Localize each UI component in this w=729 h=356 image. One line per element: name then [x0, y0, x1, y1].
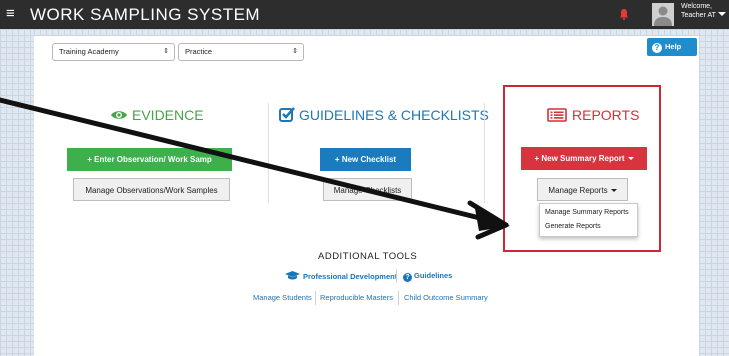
program-select-value: Training Academy [59, 47, 119, 56]
professional-development-link[interactable]: Professional Development [285, 271, 397, 282]
background-pattern-top [34, 29, 699, 36]
additional-tools-title: ADDITIONAL TOOLS [318, 251, 418, 262]
evidence-title-text: EVIDENCE [132, 107, 204, 123]
bell-icon[interactable] [619, 8, 629, 20]
manage-students-link[interactable]: Manage Students [253, 293, 312, 303]
column-divider [268, 103, 269, 203]
select-arrows-icon: ⇕ [163, 48, 169, 55]
top-navigation-bar: ≡ WORK SAMPLING SYSTEM Welcome, Teacher … [0, 0, 729, 29]
column-divider [484, 103, 485, 203]
new-checklist-button[interactable]: + New Checklist [320, 148, 411, 171]
graduation-cap-icon [285, 271, 300, 280]
reports-highlight-box [503, 85, 661, 252]
help-button[interactable]: ? Help [647, 38, 697, 56]
question-circle-icon: ? [403, 273, 412, 282]
program-select[interactable]: Training Academy ⇕ [52, 43, 175, 61]
checkbox-icon [279, 107, 295, 122]
guidelines-link-label: Guidelines [414, 271, 453, 280]
user-avatar-icon[interactable] [652, 3, 674, 26]
eye-icon [111, 111, 127, 119]
manage-checklists-button[interactable]: Manage Checklists [323, 178, 412, 201]
user-name: Teacher AT [681, 12, 716, 19]
chevron-down-icon[interactable] [718, 12, 726, 16]
guidelines-title-text: GUIDELINES & CHECKLISTS [299, 107, 489, 123]
tool-separator [398, 291, 399, 305]
reproducible-masters-link[interactable]: Reproducible Masters [320, 293, 393, 303]
background-pattern-left [0, 29, 34, 356]
help-label: Help [665, 42, 682, 51]
tool-separator [396, 269, 397, 283]
manage-observations-button[interactable]: Manage Observations/Work Samples [73, 178, 230, 201]
site-select-value: Practice [185, 47, 213, 56]
welcome-text[interactable]: Welcome, Teacher AT [681, 2, 716, 20]
tool-separator [315, 291, 316, 305]
site-select[interactable]: Practice ⇕ [178, 43, 304, 61]
select-arrows-icon: ⇕ [292, 48, 298, 55]
background-pattern-right [699, 29, 729, 356]
guidelines-title: GUIDELINES & CHECKLISTS [279, 106, 489, 124]
child-outcome-summary-link[interactable]: Child Outcome Summary [404, 293, 488, 303]
welcome-line: Welcome, [681, 3, 712, 10]
question-circle-icon: ? [652, 43, 662, 53]
guidelines-link[interactable]: ? Guidelines [403, 271, 452, 282]
hamburger-icon[interactable]: ≡ [6, 5, 15, 23]
professional-development-label: Professional Development [303, 272, 398, 281]
evidence-title: EVIDENCE [110, 106, 204, 124]
enter-observation-button[interactable]: + Enter Observation/ Work Samp [67, 148, 232, 171]
app-title: WORK SAMPLING SYSTEM [30, 5, 261, 24]
